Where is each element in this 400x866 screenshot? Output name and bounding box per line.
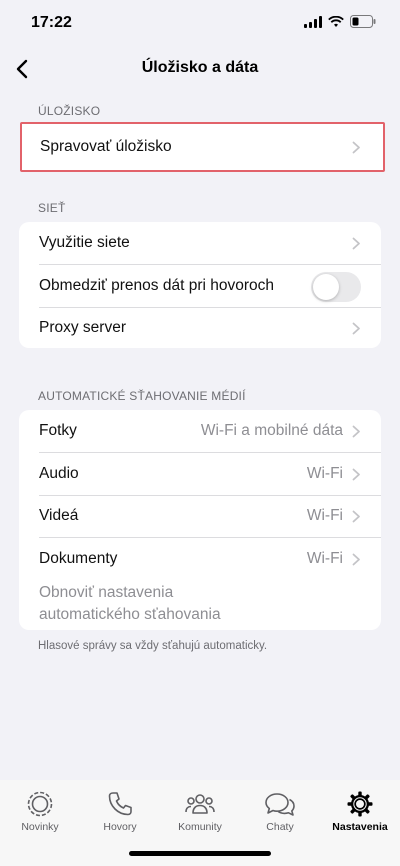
documents-value: Wi-Fi [306, 550, 343, 567]
status-time: 17:22 [31, 14, 72, 31]
tab-settings[interactable]: Nastavenia [320, 790, 400, 844]
signal-icon [304, 15, 322, 28]
documents-label: Dokumenty [39, 550, 118, 567]
reset-line-2: automatického sťahovania [39, 606, 221, 623]
tab-communities-label: Komunity [178, 821, 222, 833]
photos-label: Fotky [39, 422, 77, 439]
toggle-knob [313, 274, 339, 300]
limit-call-data-toggle[interactable] [311, 272, 361, 302]
video-value: Wi-Fi [306, 507, 343, 524]
documents-row[interactable]: Dokumenty Wi-Fi [19, 538, 381, 580]
page-title: Úložisko a dáta [141, 59, 259, 76]
tab-communities[interactable]: Komunity [160, 790, 240, 844]
gear-icon [347, 791, 373, 817]
video-row[interactable]: Videá Wi-Fi [19, 495, 381, 537]
proxy-server-label: Proxy server [39, 319, 126, 336]
section-header-storage: ÚLOŽISKO [38, 104, 101, 118]
chevron-right-icon [352, 510, 360, 523]
limit-call-data-label: Obmedziť prenos dát pri hovoroch [39, 277, 274, 294]
phone-icon [108, 792, 132, 816]
chats-icon [265, 793, 295, 816]
nav-bar: Úložisko a dáta [0, 48, 400, 90]
communities-icon [185, 794, 215, 814]
chevron-right-icon [352, 425, 360, 438]
network-group: Využitie siete Obmedziť prenos dát pri h… [19, 222, 381, 348]
chevron-right-icon [352, 141, 360, 154]
wifi-icon [328, 15, 344, 27]
battery-icon [350, 15, 376, 28]
updates-icon [27, 791, 53, 817]
tab-calls-label: Hovory [103, 821, 137, 833]
chevron-right-icon [352, 322, 360, 335]
section-header-network: SIEŤ [38, 201, 66, 215]
tab-chats[interactable]: Chaty [240, 790, 320, 844]
audio-label: Audio [39, 465, 79, 482]
chevron-right-icon [352, 553, 360, 566]
tab-updates-label: Novinky [21, 821, 59, 833]
photos-row[interactable]: Fotky Wi-Fi a mobilné dáta [19, 410, 381, 452]
status-icons [304, 15, 376, 28]
tab-updates[interactable]: Novinky [0, 790, 80, 844]
manage-storage-label: Spravovať úložisko [40, 138, 172, 155]
chevron-right-icon [352, 468, 360, 481]
network-usage-row[interactable]: Využitie siete [19, 222, 381, 264]
home-indicator [129, 851, 271, 856]
audio-row[interactable]: Audio Wi-Fi [19, 453, 381, 495]
tab-calls[interactable]: Hovory [80, 790, 160, 844]
reset-line-1: Obnoviť nastavenia [39, 584, 174, 601]
photos-value: Wi-Fi a mobilné dáta [200, 422, 343, 439]
status-bar: 17:22 [0, 0, 400, 48]
section-header-auto-download: AUTOMATICKÉ SŤAHOVANIE MÉDIÍ [38, 389, 246, 403]
voice-messages-footnote: Hlasové správy sa vždy sťahujú automatic… [38, 640, 268, 652]
tab-chats-label: Chaty [266, 821, 294, 833]
proxy-server-row[interactable]: Proxy server [19, 307, 381, 349]
reset-auto-download-button[interactable]: Obnoviť nastavenia automatického sťahova… [19, 580, 381, 628]
network-usage-label: Využitie siete [39, 234, 130, 251]
audio-value: Wi-Fi [306, 465, 343, 482]
chevron-right-icon [352, 237, 360, 250]
tab-settings-label: Nastavenia [332, 821, 388, 833]
manage-storage-row[interactable]: Spravovať úložisko [20, 122, 385, 172]
limit-call-data-row: Obmedziť prenos dát pri hovoroch [19, 265, 381, 307]
video-label: Videá [39, 507, 79, 524]
auto-download-group: Fotky Wi-Fi a mobilné dáta Audio Wi-Fi V… [19, 410, 381, 630]
